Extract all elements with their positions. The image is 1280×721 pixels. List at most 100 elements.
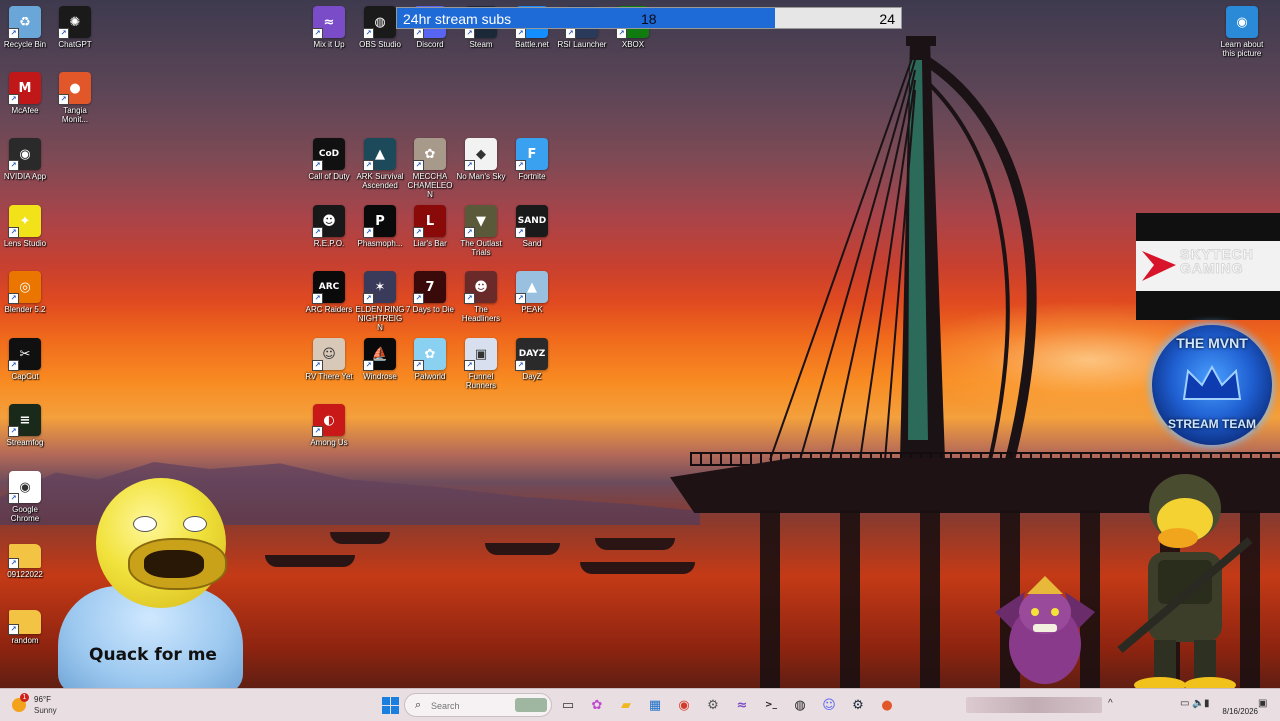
tangia-taskbar-taskbar-button[interactable]: ● <box>877 695 897 715</box>
desktop-shortcut[interactable]: ✶ ↗ ELDEN RING NIGHTREIGN <box>355 271 405 332</box>
mvnt-subtitle: STREAM TEAM <box>1168 417 1256 431</box>
desktop-shortcut[interactable]: ☻ ↗ R.E.P.O. <box>304 205 354 248</box>
copilot-taskbar-button[interactable]: ✿ <box>587 695 607 715</box>
desktop-shortcut[interactable]: ✂ ↗ CapCut <box>0 338 50 381</box>
desktop-icon-label: CapCut <box>11 372 39 381</box>
desktop-shortcut[interactable]: ≡ ↗ Streamfog <box>0 404 50 447</box>
desktop-shortcut[interactable]: CoD ↗ Call of Duty <box>304 138 354 181</box>
capcut-icon: ✂ ↗ <box>8 338 41 371</box>
mix-it-up-taskbar-icon: ≈ <box>736 697 748 713</box>
rv-there-yet-icon: ☺ ↗ <box>312 338 345 371</box>
file-explorer-taskbar-button[interactable]: ▰ <box>616 695 636 715</box>
chatgpt-icon: ✺ ↗ <box>58 6 91 39</box>
obs-taskbar-icon: ◍ <box>794 697 806 713</box>
subs-goal-count: 24 <box>879 11 895 27</box>
desktop-icon-label: random <box>11 636 39 645</box>
desktop-icon-label: DayZ <box>522 372 542 381</box>
network-icon[interactable]: ▭ <box>1180 698 1189 709</box>
steam-taskbar-taskbar-button[interactable]: ⚙ <box>848 695 868 715</box>
desktop-shortcut[interactable]: ● ↗ Tangia Monit... <box>50 72 100 124</box>
desktop-shortcut[interactable]: ◉ ↗ Google Chrome <box>0 471 50 523</box>
desktop-icon-label: Liar's Bar <box>413 239 447 248</box>
desktop-shortcut[interactable]: ⛵ ↗ Windrose <box>355 338 405 381</box>
chrome-taskbar-taskbar-button[interactable]: ◉ <box>674 695 694 715</box>
desktop-shortcut[interactable]: ☺ ↗ RV There Yet <box>304 338 354 381</box>
desktop-shortcut[interactable]: L ↗ Liar's Bar <box>405 205 455 248</box>
desktop-shortcut[interactable]: M ↗ McAfee <box>0 72 50 115</box>
shortcut-arrow-icon: ↗ <box>8 360 19 371</box>
desktop-shortcut[interactable]: ▼ ↗ The Outlast Trials <box>456 205 506 257</box>
desktop-shortcut[interactable]: ▣ ↗ Funnel Runners <box>456 338 506 390</box>
lens-studio-icon: ✦ ↗ <box>8 205 41 238</box>
desktop-icon-label: MECCHA CHAMELEON <box>407 172 453 199</box>
shortcut-arrow-icon: ↗ <box>413 160 424 171</box>
desktop-icon-label: Tangia Monit... <box>61 106 89 124</box>
mix-it-up-taskbar-taskbar-button[interactable]: ≈ <box>732 695 752 715</box>
search-input[interactable] <box>429 698 513 714</box>
desktop-shortcut[interactable]: ◉ ↗ NVIDIA App <box>0 138 50 181</box>
liars-bar-icon: L ↗ <box>413 205 446 238</box>
shortcut-arrow-icon: ↗ <box>312 160 323 171</box>
desktop-shortcut[interactable]: ✺ ↗ ChatGPT <box>50 6 100 49</box>
chrome-icon: ◉ ↗ <box>8 471 41 504</box>
shortcut-arrow-icon: ↗ <box>464 360 475 371</box>
desktop-shortcut[interactable]: ↗ 09122022 <box>0 538 50 579</box>
duck-eye <box>133 516 157 532</box>
weather-widget[interactable]: 1 96°F Sunny <box>12 693 72 717</box>
wallpaper-boat <box>595 538 675 550</box>
peak-icon: ▲ ↗ <box>515 271 548 304</box>
desktop-shortcut[interactable]: ARC ↗ ARC Raiders <box>304 271 354 314</box>
desktop-shortcut[interactable]: ◐ ↗ Among Us <box>304 404 354 447</box>
desktop-icon-label: Mix it Up <box>313 40 345 49</box>
desktop-shortcut[interactable]: ♻ ↗ Recycle Bin <box>0 6 50 49</box>
mix-it-up-icon: ≈ ↗ <box>312 6 345 39</box>
mvnt-title: THE MVNT <box>1176 335 1248 351</box>
learn-about-picture-shortcut[interactable]: ◉ Learn about this picture <box>1216 6 1268 58</box>
nvidia-icon: ◉ ↗ <box>8 138 41 171</box>
taskbar-clock[interactable]: 8/16/2026 <box>1222 698 1258 716</box>
desktop-shortcut[interactable]: ≈ ↗ Mix it Up <box>304 6 354 49</box>
desktop-shortcut[interactable]: ◆ ↗ No Man's Sky <box>456 138 506 181</box>
shortcut-arrow-icon: ↗ <box>464 227 475 238</box>
desktop-icon-label: RV There Yet <box>305 372 353 381</box>
desktop-shortcut[interactable]: ▲ ↗ PEAK <box>507 271 557 314</box>
discord-taskbar-taskbar-button[interactable]: ☺ <box>819 695 839 715</box>
desktop-shortcut[interactable]: ↗ random <box>0 604 50 645</box>
desktop-shortcut[interactable]: F ↗ Fortnite <box>507 138 557 181</box>
shortcut-arrow-icon: ↗ <box>515 360 526 371</box>
tray-overflow-chevron-icon[interactable]: ^ <box>1108 698 1113 709</box>
desktop-icon-label: 09122022 <box>7 570 43 579</box>
start-button[interactable] <box>380 695 400 715</box>
desktop-shortcut[interactable]: DAYZ ↗ DayZ <box>507 338 557 381</box>
volume-icon[interactable]: 🔈 <box>1192 698 1204 709</box>
terminal-taskbar-button[interactable]: >_ <box>761 695 781 715</box>
desktop-shortcut[interactable]: ▲ ↗ ARK Survival Ascended <box>355 138 405 190</box>
desktop-shortcut[interactable]: ✿ ↗ Palworld <box>405 338 455 381</box>
wallpaper-boat <box>485 543 560 555</box>
microsoft-store-taskbar-button[interactable]: ▦ <box>645 695 665 715</box>
obs-taskbar-taskbar-button[interactable]: ◍ <box>790 695 810 715</box>
shortcut-arrow-icon: ↗ <box>312 360 323 371</box>
desktop-icon-label: Call of Duty <box>308 172 350 181</box>
taskbar-search[interactable]: ⌕ <box>404 693 552 717</box>
desktop-shortcut[interactable]: P ↗ Phasmoph... <box>355 205 405 248</box>
desktop-icon-label: Fortnite <box>518 172 546 181</box>
notification-bell-icon[interactable]: ▣ <box>1258 698 1267 709</box>
desktop-shortcut[interactable]: ☻ ↗ The Headliners <box>456 271 506 323</box>
desktop-shortcut[interactable]: SAND ↗ Sand <box>507 205 557 248</box>
phasmophobia-icon: P ↗ <box>363 205 396 238</box>
desktop-icon-label: XBOX <box>621 40 645 49</box>
shortcut-arrow-icon: ↗ <box>58 94 69 105</box>
shortcut-arrow-icon: ↗ <box>363 293 374 304</box>
battery-icon[interactable]: ▮ <box>1204 698 1210 709</box>
desktop-shortcut[interactable]: ◎ ↗ Blender 5.2 <box>0 271 50 314</box>
task-view-icon: ▭ <box>561 697 575 713</box>
meccha-chameleon-icon: ✿ ↗ <box>413 138 446 171</box>
desktop-shortcut[interactable]: 7 ↗ 7 Days to Die <box>405 271 455 314</box>
task-view-taskbar-button[interactable]: ▭ <box>558 695 578 715</box>
desktop-shortcut[interactable]: ✦ ↗ Lens Studio <box>0 205 50 248</box>
desktop-shortcut[interactable]: ✿ ↗ MECCHA CHAMELEON <box>405 138 455 199</box>
settings-gear-taskbar-button[interactable]: ⚙ <box>703 695 723 715</box>
obs-icon: ◍ ↗ <box>363 6 396 39</box>
shortcut-arrow-icon: ↗ <box>363 28 374 39</box>
